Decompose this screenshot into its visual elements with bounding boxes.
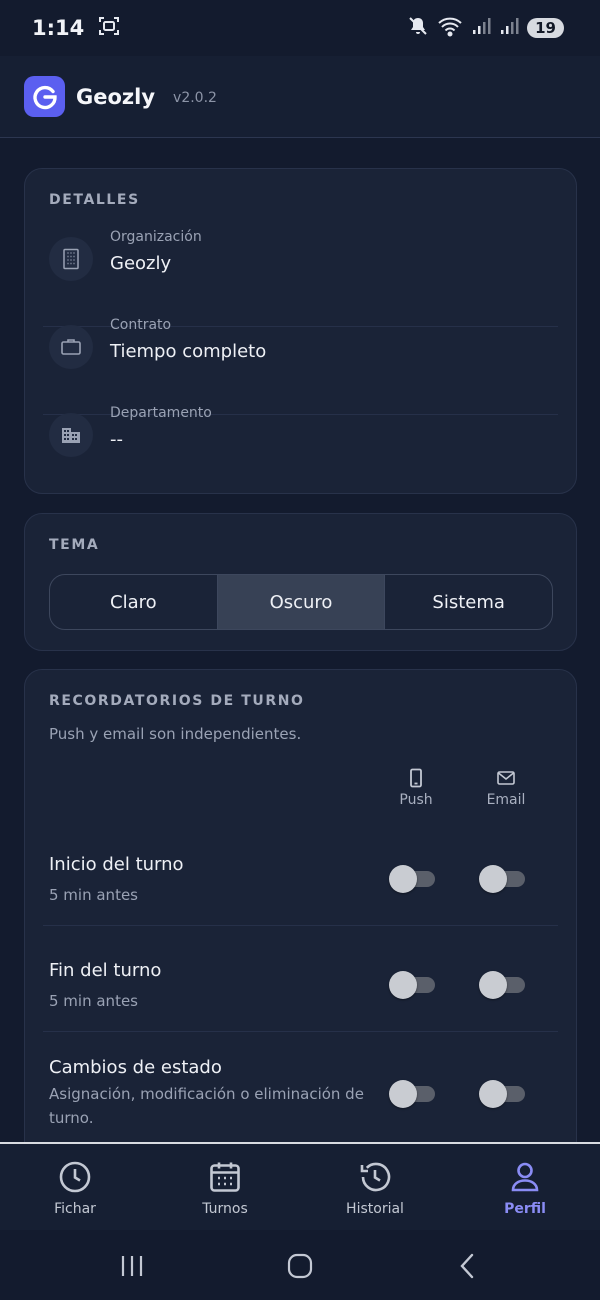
toggle-email-end[interactable]: [479, 971, 525, 999]
phone-icon: [386, 768, 446, 790]
divider: [43, 1031, 558, 1032]
theme-card: TEMA Claro Oscuro Sistema: [24, 513, 577, 651]
theme-option-oscuro[interactable]: Oscuro: [217, 575, 386, 629]
wifi-icon: [437, 15, 463, 41]
details-card: DETALLES Organización Geozly Contrato Ti…: [24, 168, 577, 494]
divider: [43, 925, 558, 926]
detail-department: Departamento --: [49, 401, 554, 489]
detail-contract: Contrato Tiempo completo: [49, 313, 554, 401]
toggle-email-start[interactable]: [479, 865, 525, 893]
nav-label: Historial: [346, 1201, 404, 1217]
reminder-row-status: Cambios de estado Asignación, modificaci…: [49, 1057, 369, 1130]
email-label: Email: [486, 792, 526, 808]
home-icon[interactable]: [286, 1252, 314, 1284]
nav-item-historial[interactable]: Historial: [300, 1144, 450, 1230]
reminders-card: RECORDATORIOS DE TURNO Push y email son …: [24, 669, 577, 1142]
toggle-push-start[interactable]: [389, 865, 435, 893]
push-column-header: Push: [386, 768, 446, 808]
history-icon: [358, 1160, 392, 1198]
recent-apps-icon[interactable]: [118, 1252, 146, 1284]
toggle-push-end[interactable]: [389, 971, 435, 999]
status-time: 1:14: [32, 16, 85, 40]
email-column-header: Email: [476, 768, 536, 808]
push-label: Push: [399, 792, 433, 808]
nav-item-turnos[interactable]: Turnos: [150, 1144, 300, 1230]
system-nav-bar: [0, 1230, 600, 1300]
nav-label: Perfil: [504, 1201, 546, 1217]
status-bar: 1:14 19: [0, 0, 600, 56]
app-version: v2.0.2: [173, 89, 217, 106]
toggle-email-status[interactable]: [479, 1080, 525, 1108]
battery-badge: 19: [527, 18, 564, 38]
nav-label: Fichar: [54, 1201, 96, 1217]
reminders-subtitle: Push y email son independientes.: [49, 725, 302, 743]
theme-selector: Claro Oscuro Sistema: [49, 574, 553, 630]
mute-icon: [407, 15, 429, 41]
clock-icon: [58, 1160, 92, 1198]
mail-icon: [476, 768, 536, 790]
reminder-subtitle: Asignación, modificación o eliminación d…: [49, 1085, 364, 1127]
theme-option-sistema[interactable]: Sistema: [385, 575, 552, 629]
screenshot-icon: [98, 15, 120, 41]
theme-title: TEMA: [49, 537, 100, 553]
theme-option-claro[interactable]: Claro: [50, 575, 218, 629]
bottom-nav: Fichar Turnos Historial Perfil: [0, 1142, 600, 1230]
building-icon: [49, 237, 93, 281]
briefcase-icon: [49, 325, 93, 369]
detail-label: Organización: [110, 229, 202, 245]
detail-value: Geozly: [110, 253, 172, 274]
back-icon[interactable]: [454, 1252, 482, 1284]
detail-label: Departamento: [110, 405, 212, 421]
calendar-icon: [208, 1160, 242, 1198]
detail-label: Contrato: [110, 317, 172, 333]
reminders-title: RECORDATORIOS DE TURNO: [49, 693, 305, 709]
nav-label: Turnos: [202, 1201, 248, 1217]
profile-content[interactable]: DETALLES Organización Geozly Contrato Ti…: [0, 139, 600, 1142]
detail-organization: Organización Geozly: [49, 225, 554, 313]
details-title: DETALLES: [49, 192, 140, 208]
reminder-title: Cambios de estado: [49, 1057, 222, 1078]
detail-value: Tiempo completo: [110, 341, 267, 362]
geozly-logo-icon: [24, 76, 65, 117]
nav-item-fichar[interactable]: Fichar: [0, 1144, 150, 1230]
nav-item-perfil[interactable]: Perfil: [450, 1144, 600, 1230]
office-building-icon: [49, 413, 93, 457]
toggle-push-status[interactable]: [389, 1080, 435, 1108]
app-header: Geozly v2.0.2: [0, 56, 600, 138]
detail-value: --: [110, 429, 123, 450]
signal-icon: [471, 16, 491, 40]
signal-icon-2: [499, 16, 519, 40]
app-name: Geozly: [76, 84, 156, 109]
user-icon: [508, 1160, 542, 1198]
